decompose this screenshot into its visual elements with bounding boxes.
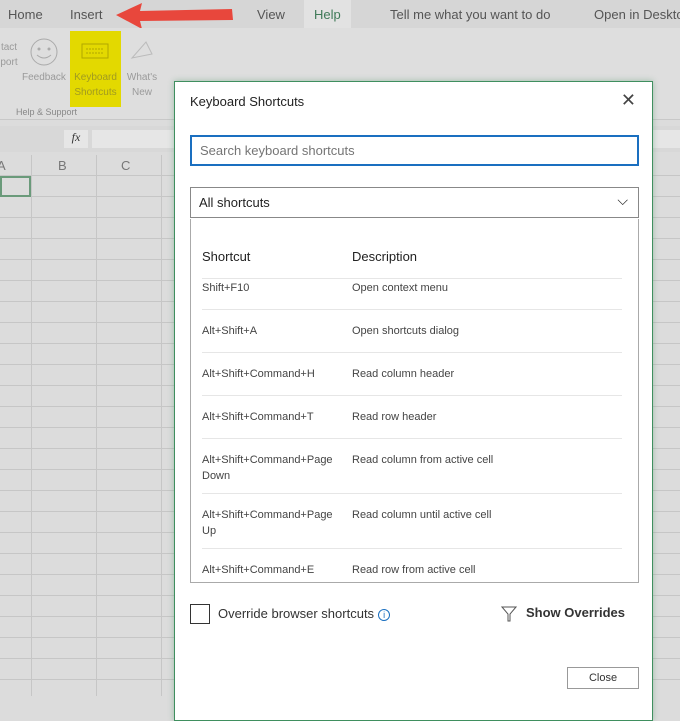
contact-support-button[interactable]: tact port — [0, 40, 18, 70]
close-button[interactable]: Close — [567, 667, 639, 689]
filter-value: All shortcuts — [199, 195, 270, 210]
table-row: Shift+F10Open context menu — [202, 278, 622, 309]
header-description: Description — [352, 249, 417, 264]
tab-insert[interactable]: Insert — [70, 7, 103, 22]
fx-icon[interactable]: fx — [64, 130, 88, 148]
whats-new-label: What's New — [127, 72, 157, 98]
feedback-smiley-icon — [28, 36, 60, 68]
table-row: Alt+Shift+Command+ERead row from active … — [202, 548, 622, 583]
tab-view[interactable]: View — [257, 7, 285, 22]
dialog-title: Keyboard Shortcuts — [190, 94, 304, 109]
tell-me-search[interactable]: Tell me what you want to do — [390, 7, 550, 22]
table-row: Alt+Shift+Command+TRead row header — [202, 395, 622, 438]
open-in-desktop[interactable]: Open in Desktop — [594, 7, 680, 22]
tab-help[interactable]: Help — [304, 0, 351, 28]
keyboard-shortcuts-dialog: Keyboard Shortcuts ✕ All shortcuts ⌵ Shor… — [174, 81, 653, 721]
table-row: Alt+Shift+Command+HRead column header — [202, 352, 622, 395]
table-row: Alt+Shift+Command+Page UpRead column unt… — [202, 493, 622, 548]
search-input[interactable] — [190, 135, 639, 166]
active-cell[interactable] — [0, 176, 31, 197]
ribbon-tabs: Home Insert View Help Tell me what you w… — [0, 0, 680, 28]
tab-home[interactable]: Home — [8, 7, 43, 22]
keyboard-shortcuts-button[interactable]: Keyboard Shortcuts — [70, 70, 121, 100]
keyboard-icon — [80, 40, 112, 68]
info-icon[interactable]: i — [378, 609, 390, 621]
keyboard-shortcuts-label: Keyboard Shortcuts — [74, 72, 117, 98]
contact-label: tact port — [0, 42, 17, 68]
table-row: Alt+Shift+AOpen shortcuts dialog — [202, 309, 622, 352]
shortcut-filter-select[interactable]: All shortcuts ⌵ — [190, 187, 639, 218]
override-label: Override browser shortcuts i — [218, 606, 390, 621]
table-row: Alt+Shift+Command+Page DownRead column f… — [202, 438, 622, 493]
show-overrides-button[interactable]: Show Overrides — [526, 605, 625, 620]
filter-icon — [501, 605, 517, 623]
column-header-c[interactable]: C — [121, 158, 130, 173]
whats-new-button[interactable]: What's New — [124, 70, 160, 100]
column-header-b[interactable]: B — [58, 158, 67, 173]
feedback-button[interactable]: Feedback — [22, 70, 66, 85]
column-header-a[interactable]: A — [0, 158, 6, 173]
chevron-down-icon: ⌵ — [617, 192, 628, 209]
megaphone-icon — [128, 36, 158, 68]
close-icon[interactable]: ✕ — [621, 90, 636, 111]
override-text: Override browser shortcuts — [218, 606, 374, 621]
header-shortcut: Shortcut — [202, 249, 250, 264]
shortcuts-table[interactable]: Shortcut Description Shift+F10Open conte… — [190, 219, 639, 583]
feedback-label: Feedback — [22, 72, 66, 83]
override-checkbox[interactable] — [190, 604, 210, 624]
group-label: Help & Support — [16, 107, 77, 117]
